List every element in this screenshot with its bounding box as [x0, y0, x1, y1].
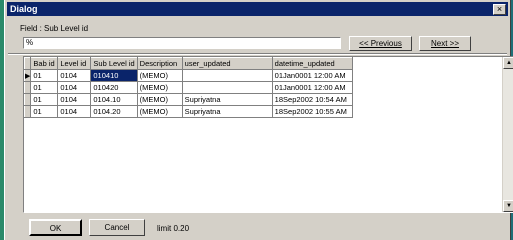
window-title: Dialog	[10, 4, 38, 14]
next-button[interactable]: Next >>	[419, 36, 471, 51]
grid-cell[interactable]: 0104	[57, 105, 92, 118]
column-header[interactable]: Bab id	[30, 57, 59, 70]
grid-cell[interactable]: 01Jan0001 12:00 AM	[271, 69, 353, 82]
dialog-window: Dialog × Field : Sub Level id % << Previ…	[4, 0, 513, 240]
grid-cell[interactable]: 01	[30, 105, 59, 118]
grid-cell[interactable]: 18Sep2002 10:54 AM	[271, 93, 353, 106]
table-row[interactable]: 01 0104 0104.10 (MEMO) Supriyatna 18Sep2…	[24, 93, 353, 106]
grid-cell[interactable]	[181, 81, 273, 94]
column-header[interactable]: Sub Level id	[90, 57, 138, 70]
table-row[interactable]: ▶ 01 0104 010410 (MEMO) 01Jan0001 12:00 …	[24, 69, 353, 82]
grid-cell[interactable]: 0104	[57, 81, 92, 94]
grid-cell[interactable]	[181, 69, 273, 82]
previous-button[interactable]: << Previous	[349, 36, 412, 51]
field-label: Field : Sub Level id	[20, 24, 89, 33]
divider	[8, 53, 507, 55]
grid-cell[interactable]: 0104	[57, 93, 92, 106]
grid-cell[interactable]: (MEMO)	[136, 69, 183, 82]
scroll-up-icon[interactable]: ▲	[503, 57, 513, 69]
grid-cell[interactable]: 01	[30, 69, 59, 82]
grid-cell[interactable]: (MEMO)	[136, 93, 183, 106]
grid-cell[interactable]: 18Sep2002 10:55 AM	[271, 105, 353, 118]
search-input[interactable]: %	[23, 37, 341, 49]
table-row[interactable]: 01 0104 0104.20 (MEMO) Supriyatna 18Sep2…	[24, 105, 353, 118]
grid-cell-selected[interactable]: 010410	[90, 69, 138, 82]
grid-cell[interactable]: Supriyatna	[181, 105, 273, 118]
grid-cell[interactable]: (MEMO)	[136, 105, 183, 118]
grid-cell[interactable]: 010420	[90, 81, 138, 94]
column-header[interactable]: Level id	[57, 57, 92, 70]
limit-label: limit 0.20	[157, 224, 190, 233]
table-row[interactable]: 01 0104 010420 (MEMO) 01Jan0001 12:00 AM	[24, 81, 353, 94]
column-header[interactable]: user_updated	[181, 57, 273, 70]
grid-cell[interactable]: (MEMO)	[136, 81, 183, 94]
grid-cell[interactable]: 01	[30, 81, 59, 94]
cancel-button[interactable]: Cancel	[89, 219, 145, 236]
previous-button-label: << Previous	[359, 39, 402, 48]
ok-button[interactable]: OK	[29, 219, 82, 236]
title-bar[interactable]: Dialog ×	[7, 2, 508, 16]
next-button-label: Next >>	[430, 39, 459, 48]
grid-cell[interactable]: 0104.20	[90, 105, 138, 118]
grid-cell[interactable]: Supriyatna	[181, 93, 273, 106]
scroll-down-icon[interactable]: ▼	[503, 200, 513, 212]
grid-table: Bab id Level id Sub Level id Description…	[24, 57, 353, 118]
grid-cell[interactable]: 01	[30, 93, 59, 106]
column-header[interactable]: Description	[136, 57, 183, 70]
data-grid[interactable]: Bab id Level id Sub Level id Description…	[23, 56, 513, 213]
grid-cell[interactable]: 01Jan0001 12:00 AM	[271, 81, 353, 94]
vertical-scrollbar[interactable]: ▲ ▼	[502, 57, 513, 212]
close-icon[interactable]: ×	[493, 3, 506, 15]
grid-cell[interactable]: 0104.10	[90, 93, 138, 106]
grid-header-row: Bab id Level id Sub Level id Description…	[24, 57, 353, 70]
column-header[interactable]: datetime_updated	[271, 57, 353, 70]
grid-cell[interactable]: 0104	[57, 69, 92, 82]
